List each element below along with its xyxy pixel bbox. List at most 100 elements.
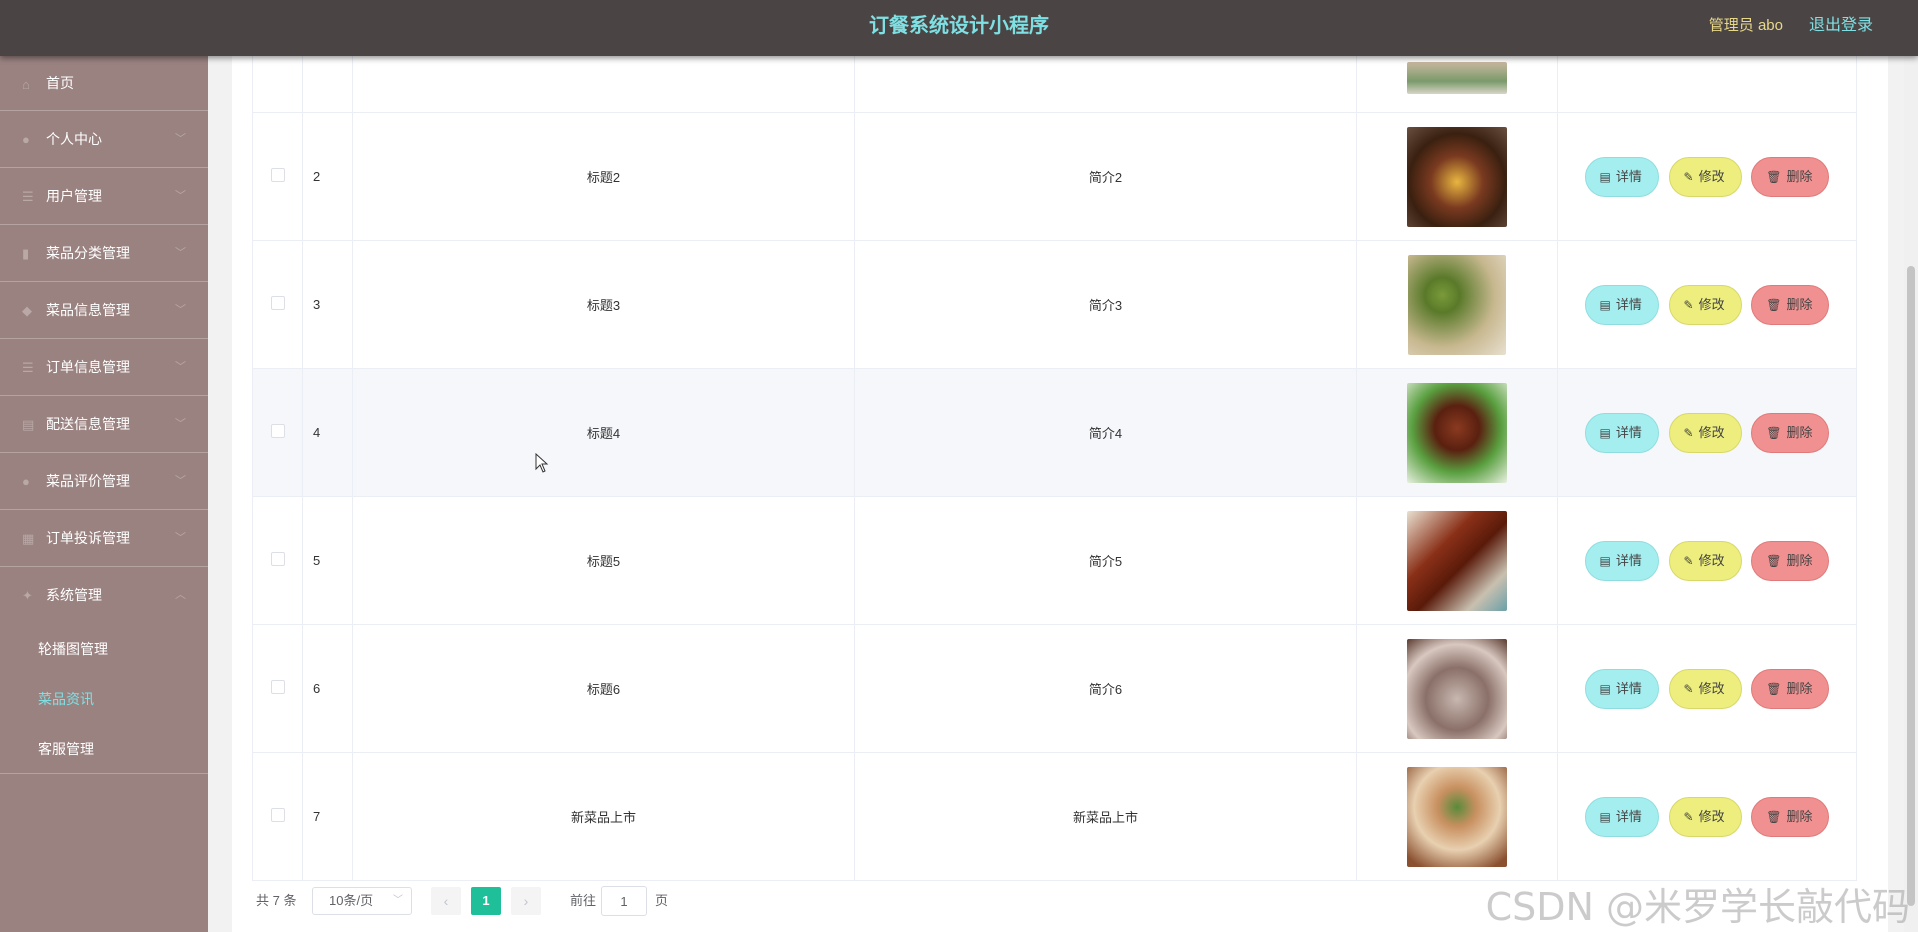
sidebar-item-label: 配送信息管理 <box>46 416 130 432</box>
sidebar-subitem-dish-news[interactable]: 菜品资讯 <box>0 674 208 724</box>
row-index: 3 <box>302 240 353 369</box>
page-size-select[interactable]: 10条/页 ﹀ <box>312 887 412 915</box>
row-checkbox[interactable] <box>270 424 285 438</box>
page-number-current[interactable]: 1 <box>471 887 501 915</box>
document-icon: ▤ <box>22 417 35 432</box>
sidebar-item-label: 系统管理 <box>46 587 102 603</box>
sidebar-item-order-complaint[interactable]: ▦ 订单投诉管理 ﹀ <box>0 510 208 567</box>
delete-button[interactable]: 🗑 删除 <box>1751 284 1830 325</box>
sidebar-item-delivery-info[interactable]: ▤ 配送信息管理 ﹀ <box>0 396 208 453</box>
sidebar-subitem-carousel[interactable]: 轮播图管理 <box>0 624 208 674</box>
pencil-icon: ✎ <box>1683 809 1694 824</box>
edit-button[interactable]: ✎ 修改 <box>1668 668 1742 709</box>
detail-button[interactable]: ▤ 详情 <box>1584 156 1659 197</box>
sidebar-item-label: 订单投诉管理 <box>46 530 130 546</box>
chevron-up-icon: ︿ <box>175 589 186 601</box>
row-brief: 简介4 <box>854 368 1357 497</box>
detail-button[interactable]: ▤ 详情 <box>1584 796 1659 837</box>
table-row: 4 标题4 简介4 ▤ 详情 ✎ 修改 🗑 删除 <box>252 368 1857 497</box>
news-table: 2 标题2 简介2 ▤ 详情 ✎ 修改 🗑 删除 3 标题3 简介3 ▤ 详情 ✎ 修改 … <box>252 6 1857 881</box>
pencil-icon: ✎ <box>1683 553 1694 568</box>
chevron-down-icon: ﹀ <box>175 190 186 202</box>
pencil-icon: ✎ <box>1683 297 1694 312</box>
trash-icon: 🗑 <box>1766 553 1782 568</box>
row-brief: 简介5 <box>854 496 1357 625</box>
sidebar-item-home[interactable]: ⌂ 首页 <box>0 56 208 111</box>
sidebar-item-dish-info[interactable]: ◆ 菜品信息管理 ﹀ <box>0 282 208 339</box>
sidebar-item-label: 菜品信息管理 <box>46 302 130 318</box>
edit-button[interactable]: ✎ 修改 <box>1668 156 1742 197</box>
user-icon: ● <box>22 474 30 489</box>
sidebar-item-dish-category[interactable]: ▮ 菜品分类管理 ﹀ <box>0 225 208 282</box>
sidebar-item-dish-review[interactable]: ● 菜品评价管理 ﹀ <box>0 453 208 510</box>
row-title: 标题3 <box>352 240 855 369</box>
row-checkbox[interactable] <box>270 296 285 310</box>
trash-icon: 🗑 <box>1766 169 1782 184</box>
document-icon: ▤ <box>1599 681 1611 696</box>
home-icon: ⌂ <box>22 77 30 92</box>
dish-image <box>1407 638 1507 739</box>
detail-button[interactable]: ▤ 详情 <box>1584 412 1659 453</box>
row-checkbox[interactable] <box>270 680 285 694</box>
row-index: 4 <box>302 368 353 497</box>
edit-button[interactable]: ✎ 修改 <box>1668 796 1742 837</box>
sidebar-item-label: 订单信息管理 <box>46 359 130 375</box>
watermark: CSDN @米罗学长敲代码 <box>1485 885 1910 929</box>
pencil-icon: ✎ <box>1683 425 1694 440</box>
delete-button[interactable]: 🗑 删除 <box>1751 796 1830 837</box>
detail-button[interactable]: ▤ 详情 <box>1584 668 1659 709</box>
edit-button[interactable]: ✎ 修改 <box>1668 412 1742 453</box>
chevron-down-icon: ﹀ <box>175 304 186 316</box>
dish-image <box>1407 510 1507 611</box>
sidebar-item-label: 首页 <box>46 75 74 91</box>
row-index: 5 <box>302 496 353 625</box>
sidebar-item-order-info[interactable]: ☰ 订单信息管理 ﹀ <box>0 339 208 396</box>
logout-link[interactable]: 退出登录 <box>1809 0 1873 52</box>
table-row: 5 标题5 简介5 ▤ 详情 ✎ 修改 🗑 删除 <box>252 496 1857 625</box>
scrollbar-thumb[interactable] <box>1907 266 1915 906</box>
main-content: 2 标题2 简介2 ▤ 详情 ✎ 修改 🗑 删除 3 标题3 简介3 ▤ 详情 ✎ 修改 … <box>232 6 1888 932</box>
row-brief: 简介2 <box>854 112 1357 241</box>
row-checkbox[interactable] <box>270 168 285 182</box>
sidebar-subitem-customer-service[interactable]: 客服管理 <box>0 724 208 774</box>
pencil-icon: ✎ <box>1683 681 1694 696</box>
chevron-right-icon: › <box>523 893 529 909</box>
table-row: 6 标题6 简介6 ▤ 详情 ✎ 修改 🗑 删除 <box>252 624 1857 753</box>
delete-button[interactable]: 🗑 删除 <box>1751 540 1830 581</box>
row-title: 标题2 <box>352 112 855 241</box>
row-checkbox[interactable] <box>270 808 285 822</box>
sidebar-item-user-management[interactable]: ☰ 用户管理 ﹀ <box>0 168 208 225</box>
user-icon: ● <box>22 132 30 147</box>
page-scrollbar[interactable] <box>1904 56 1918 932</box>
row-checkbox[interactable] <box>270 552 285 566</box>
delete-button[interactable]: 🗑 删除 <box>1751 156 1830 197</box>
dish-image <box>1408 254 1506 355</box>
delete-button[interactable]: 🗑 删除 <box>1751 412 1830 453</box>
chevron-down-icon: ﹀ <box>175 418 186 430</box>
chevron-down-icon: ﹀ <box>175 361 186 373</box>
row-brief: 新菜品上市 <box>854 752 1357 881</box>
sidebar-item-personal-center[interactable]: ● 个人中心 ﹀ <box>0 111 208 168</box>
next-page-button[interactable]: › <box>511 887 541 915</box>
detail-button[interactable]: ▤ 详情 <box>1584 540 1659 581</box>
sidebar-item-system-management[interactable]: ✦ 系统管理 ︿ <box>0 567 208 624</box>
page-suffix: 页 <box>655 893 669 908</box>
row-title: 新菜品上市 <box>352 752 855 881</box>
prev-page-button[interactable]: ‹ <box>431 887 461 915</box>
top-header: 订餐系统设计小程序 管理员 abo 退出登录 <box>0 0 1918 56</box>
trash-icon: 🗑 <box>1766 809 1782 824</box>
document-icon: ▤ <box>1599 553 1611 568</box>
dish-image <box>1407 382 1507 483</box>
pencil-icon: ✎ <box>1683 169 1694 184</box>
dish-image <box>1407 126 1507 227</box>
row-index: 6 <box>302 624 353 753</box>
settings-icon: ✦ <box>22 588 33 603</box>
detail-button[interactable]: ▤ 详情 <box>1584 284 1659 325</box>
edit-button[interactable]: ✎ 修改 <box>1668 284 1742 325</box>
delete-button[interactable]: 🗑 删除 <box>1751 668 1830 709</box>
app-title: 订餐系统设计小程序 <box>869 15 1049 37</box>
table-row: 7 新菜品上市 新菜品上市 ▤ 详情 ✎ 修改 🗑 删除 <box>252 752 1857 881</box>
sidebar-item-label: 个人中心 <box>46 131 102 147</box>
edit-button[interactable]: ✎ 修改 <box>1668 540 1742 581</box>
goto-page-input[interactable] <box>601 886 647 916</box>
